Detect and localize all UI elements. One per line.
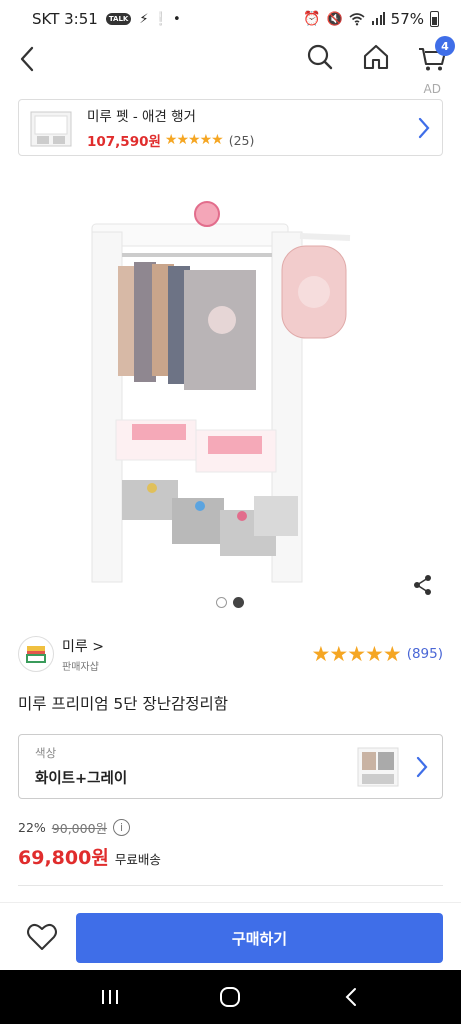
mute-icon: 🔇 (326, 11, 343, 27)
seller-row: 미루 > 판매자샵 ★★★★★ (895) (18, 634, 443, 674)
recent-apps-button[interactable] (90, 977, 130, 1017)
option-value: 화이트+그레이 (35, 771, 128, 787)
ad-price-row: 107,590원 ★★★★★ (25) (87, 130, 416, 150)
signal-icon (371, 12, 385, 25)
battery-text: 57% (390, 10, 424, 28)
seller-name-link[interactable]: 미루 > (62, 636, 312, 656)
ad-review-count: (25) (228, 132, 255, 148)
notification-icons: ⚡ ❕ • (139, 11, 181, 27)
price-block: 22% 90,000원 i 69,800원 무료배송 (18, 818, 161, 870)
battery-icon (430, 11, 439, 27)
final-price: 69,800원 (18, 847, 109, 869)
system-navigation-bar (0, 970, 461, 1024)
status-bar: SKT 3:51 TALK ⚡ ❕ • ⏰ 🔇 57% (0, 0, 461, 38)
buy-button[interactable]: 구매하기 (76, 913, 443, 963)
ad-banner[interactable]: 미루 펫 - 애견 행거 107,590원 ★★★★★ (25) (18, 99, 443, 156)
seller-info: 미루 > 판매자샵 (62, 636, 312, 673)
share-icon[interactable] (413, 574, 433, 596)
cart-count-badge: 4 (435, 36, 455, 56)
ad-label: AD (423, 82, 441, 96)
nav-bar: 4 (0, 36, 461, 82)
wifi-icon (349, 13, 365, 26)
status-right: ⏰ 🔇 57% (303, 10, 439, 28)
search-icon[interactable] (305, 40, 335, 74)
original-price: 90,000원 (51, 821, 108, 836)
rating-stars: ★★★★★ (311, 642, 402, 666)
bottom-action-bar: 구매하기 (0, 902, 461, 970)
option-thumbnail (357, 747, 399, 786)
home-circle-icon (220, 987, 241, 1007)
cart-button[interactable]: 4 (417, 36, 455, 74)
ad-thumbnail (30, 111, 72, 146)
chevron-right-icon (416, 756, 428, 777)
ad-star-rating: ★★★★★ (164, 132, 224, 148)
option-text: 색상 화이트+그레이 (35, 745, 354, 788)
pager-dot-active[interactable] (233, 597, 244, 608)
kakaotalk-icon: TALK (105, 13, 132, 25)
recent-apps-icon (102, 990, 119, 1004)
store-icon (26, 646, 46, 663)
system-back-icon (345, 988, 356, 1006)
color-option-selector[interactable]: 색상 화이트+그레이 (18, 734, 443, 799)
divider (18, 885, 443, 886)
seller-sub-label: 판매자샵 (62, 661, 99, 673)
pager-dot[interactable] (216, 597, 227, 608)
carrier-time: SKT 3:51 (32, 10, 98, 28)
seller-logo[interactable] (18, 636, 54, 672)
image-pager (216, 597, 244, 608)
final-price-row: 69,800원 무료배송 (18, 843, 161, 870)
ad-text: 미루 펫 - 애견 행거 107,590원 ★★★★★ (25) (87, 105, 416, 150)
home-icon[interactable] (361, 40, 391, 74)
discount-rate: 22% (18, 820, 46, 835)
product-title: 미루 프리미엄 5단 장난감정리함 (18, 695, 229, 713)
chevron-right-icon (418, 117, 430, 138)
option-label: 색상 (35, 746, 57, 760)
status-left: SKT 3:51 TALK ⚡ ❕ • (32, 10, 181, 28)
nav-actions: 4 (305, 36, 455, 74)
product-rating: ★★★★★ (895) (312, 642, 443, 666)
ad-title: 미루 펫 - 애견 행거 (87, 109, 196, 125)
shipping-label: 무료배송 (114, 852, 161, 867)
info-icon[interactable]: i (113, 819, 131, 836)
system-back-button[interactable] (331, 977, 371, 1017)
heart-icon[interactable] (26, 922, 58, 952)
ad-price: 107,590원 (87, 134, 161, 150)
home-system-button[interactable] (210, 977, 250, 1017)
discount-row: 22% 90,000원 i (18, 818, 161, 837)
alarm-icon: ⏰ (303, 11, 321, 27)
rating-count-link[interactable]: (895) (407, 646, 443, 662)
product-image[interactable] (60, 180, 380, 600)
back-arrow-icon[interactable] (14, 42, 42, 76)
